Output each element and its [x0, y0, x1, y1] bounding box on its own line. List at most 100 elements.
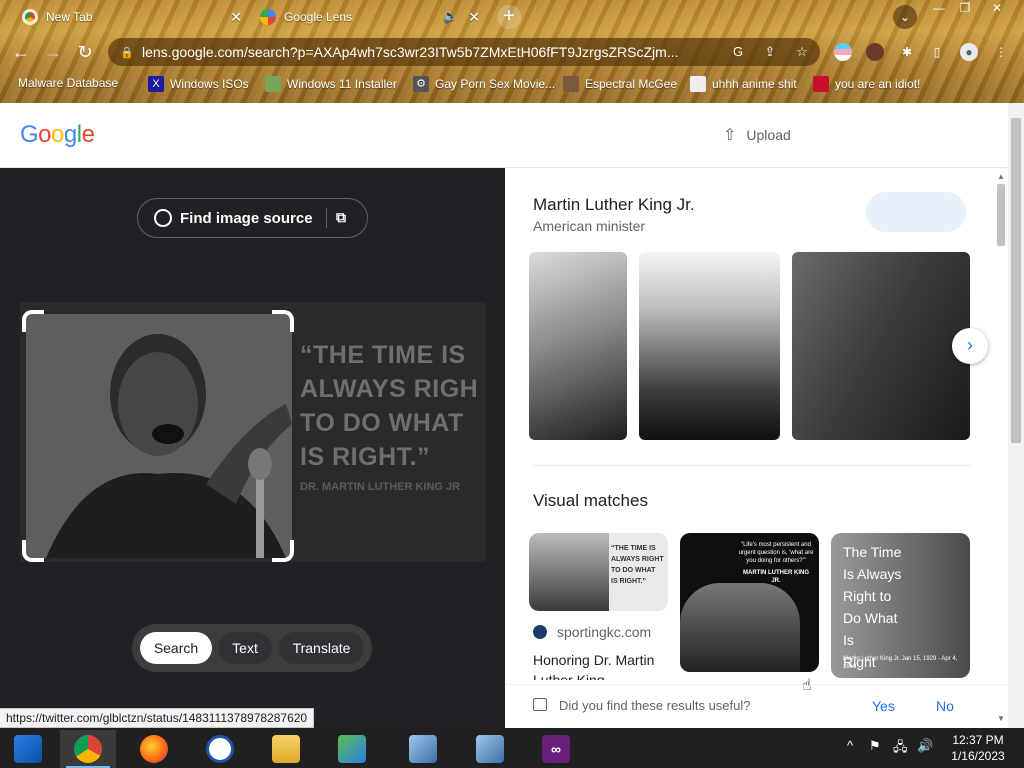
bookmark-movie[interactable]: ⚙ Gay Porn Sex Movie... [413, 76, 555, 92]
bookmark-espectral-mcgee[interactable]: Espectral McGee [563, 76, 677, 92]
crop-handle-top-right[interactable] [272, 310, 294, 332]
taskbar-app-firefox[interactable] [126, 730, 182, 768]
google-icon[interactable]: G [728, 43, 748, 61]
crop-handle-top-left[interactable] [22, 310, 44, 332]
flag-icon[interactable]: ⚑ [869, 738, 881, 754]
entity-photo[interactable] [639, 252, 780, 440]
mode-text-button[interactable]: Text [218, 632, 272, 664]
extensions-puzzle-icon[interactable]: ✱ [898, 43, 916, 61]
scrollbar-thumb[interactable] [1011, 118, 1021, 443]
mode-search-button[interactable]: Search [140, 632, 212, 664]
page-scrollbar[interactable] [1008, 103, 1024, 728]
google-lens-icon [260, 9, 276, 25]
crop-handle-bottom-right[interactable] [272, 540, 294, 562]
chrome-icon [22, 9, 38, 25]
taskbar-app-explorer[interactable] [258, 730, 314, 768]
image-panel: Find image source ⧉ “THE TIME IS ALWAYS … [0, 168, 505, 728]
bookmark-windows-11-installer[interactable]: Windows 11 Installer [265, 76, 397, 92]
chevron-up-icon[interactable]: ^ [847, 738, 853, 753]
mode-translate-button[interactable]: Translate [279, 632, 364, 664]
entity-name[interactable]: Martin Luther King Jr. [533, 195, 695, 215]
forward-icon[interactable]: → [40, 39, 66, 65]
visual-match-card[interactable]: “Life's most persistent and urgent quest… [680, 533, 819, 672]
entity-photo[interactable] [792, 252, 970, 440]
extension-flag-icon[interactable] [834, 43, 852, 61]
match-title[interactable]: Honoring Dr. Martin Luther King [533, 650, 663, 680]
taskbar-app-visual-studio[interactable]: ∞ [528, 730, 584, 768]
uk-flag-icon [813, 76, 829, 92]
installer-icon [409, 735, 437, 763]
menu-kebab-icon[interactable]: ⋮ [992, 43, 1010, 61]
window-close-icon[interactable]: ✕ [984, 0, 1010, 18]
results-scrollbar[interactable]: ▲ ▼ [995, 168, 1008, 728]
side-panel-icon[interactable]: ▯ [928, 43, 946, 61]
open-external-icon[interactable]: ⧉ [336, 209, 346, 226]
taskbar-app-chrome[interactable] [60, 730, 116, 768]
taskbar-app-obama[interactable] [192, 730, 248, 768]
network-icon[interactable]: 🖧 [893, 738, 908, 760]
bookmark-you-are-an-idiot[interactable]: you are an idiot! [813, 76, 920, 92]
folder-icon [272, 735, 300, 763]
match-thumbnail [529, 533, 609, 611]
find-image-source-button[interactable]: Find image source ⧉ [137, 198, 368, 238]
upload-button[interactable]: ⇧ Upload [723, 125, 791, 145]
extension-avatar-icon[interactable] [866, 43, 884, 61]
results-panel: Martin Luther King Jr. American minister… [505, 168, 1008, 728]
crop-selection[interactable] [26, 314, 292, 558]
close-icon[interactable]: ✕ [230, 9, 242, 26]
upload-icon: ⇧ [723, 127, 737, 144]
feedback-icon [533, 698, 547, 711]
entity-action-button[interactable] [866, 192, 966, 232]
address-bar[interactable]: 🔒 lens.google.com/search?p=AXAp4wh7sc3wr… [108, 38, 820, 66]
taskbar-app-installer-2[interactable] [462, 730, 518, 768]
reload-icon[interactable]: ↻ [72, 39, 98, 65]
bookmark-windows-isos[interactable]: X Windows ISOs [148, 76, 249, 92]
bookmark-star-icon[interactable]: ☆ [792, 43, 812, 61]
tab-new-tab[interactable]: New Tab ✕ [12, 2, 248, 32]
feedback-yes-button[interactable]: Yes [872, 698, 895, 714]
scroll-down-icon[interactable]: ▼ [997, 714, 1005, 723]
back-icon[interactable]: ← [8, 39, 34, 65]
lens-search-icon [154, 209, 172, 227]
feedback-no-button[interactable]: No [936, 698, 954, 714]
google-logo[interactable]: Google [20, 121, 95, 149]
chevron-right-icon[interactable]: › [952, 328, 988, 364]
tab-google-lens[interactable]: Google Lens 🔈 ✕ [250, 2, 486, 32]
profile-icon[interactable]: ● [960, 43, 978, 61]
avatar-icon [563, 76, 579, 92]
taskbar-app-photos[interactable] [0, 730, 56, 768]
system-clock[interactable]: 12:37 PM 1/16/2023 [945, 732, 1011, 764]
minimize-icon[interactable]: — [926, 0, 952, 18]
image-quote-attribution: DR. MARTIN LUTHER KING JR [300, 481, 461, 493]
taskbar-app-messenger[interactable] [324, 730, 380, 768]
lock-icon[interactable]: 🔒 [120, 46, 134, 59]
close-icon[interactable]: ✕ [468, 9, 480, 26]
entity-description: American minister [533, 218, 646, 234]
portrait-illustration [26, 314, 292, 558]
tab-search-button[interactable]: ⌄ [893, 5, 917, 29]
hand-cursor-icon: ☝ [802, 677, 812, 694]
share-icon[interactable]: ⇪ [760, 43, 780, 61]
volume-icon[interactable]: 🔊 [917, 738, 933, 754]
bookmark-malware-database[interactable]: Malware Database [18, 76, 118, 90]
restore-icon[interactable]: ❐ [952, 0, 978, 18]
visual-match-card[interactable]: “THE TIME IS ALWAYS RIGHT TO DO WHAT IS … [529, 533, 668, 611]
browser-toolbar: ← → ↻ 🔒 lens.google.com/search?p=AXAp4wh… [0, 34, 1024, 70]
entity-photo[interactable] [529, 252, 627, 440]
url-text: lens.google.com/search?p=AXAp4wh7sc3wr23… [142, 44, 679, 60]
bookmark-anime[interactable]: uhhh anime shit [690, 76, 797, 92]
visual-matches-heading: Visual matches [533, 491, 648, 510]
taskbar-app-installer-1[interactable] [395, 730, 451, 768]
status-bar-link: https://twitter.com/glblctzn/status/1483… [0, 708, 315, 728]
speaker-icon[interactable]: 🔈 [443, 9, 458, 23]
match-source[interactable]: sportingkc.com [533, 624, 651, 640]
firefox-icon [140, 735, 168, 763]
scrollbar-thumb[interactable] [997, 184, 1005, 246]
crop-handle-bottom-left[interactable] [22, 540, 44, 562]
scroll-up-icon[interactable]: ▲ [997, 172, 1005, 181]
anime-icon [690, 76, 706, 92]
new-tab-button[interactable]: + [497, 5, 521, 29]
visual-match-card[interactable]: The Time Is Always Right to Do What Is R… [831, 533, 970, 678]
lens-header: Google ⇧ Upload [0, 103, 1008, 168]
match-image-text: The Time Is Always Right to Do What Is R… [843, 544, 902, 670]
